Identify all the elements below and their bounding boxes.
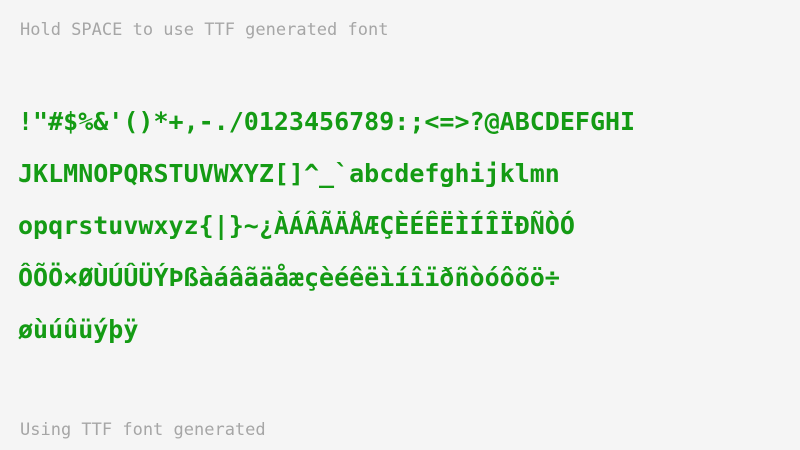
sample-line-2: JKLMNOPQRSTUVWXYZ[]^_`abcdefghijklmn	[18, 159, 560, 188]
sample-line-4: ÔÕÖ×ØÙÚÛÜÝÞßàáâãäåæçèéêëìíîïðñòóôõö÷	[18, 263, 560, 292]
instruction-text: Hold SPACE to use TTF generated font	[20, 20, 389, 40]
sample-line-1: !"#$%&'()*+,-./0123456789:;<=>?@ABCDEFGH…	[18, 107, 636, 136]
sample-line-3: opqrstuvwxyz{|}~¿ÀÁÂÃÄÅÆÇÈÉÊËÌÍÎÏÐÑÒÓ	[18, 211, 575, 240]
sample-line-5: øùúûüýþÿ	[18, 315, 139, 344]
status-text: Using TTF font generated	[20, 420, 266, 440]
font-sample-text: !"#$%&'()*+,-./0123456789:;<=>?@ABCDEFGH…	[18, 96, 784, 356]
